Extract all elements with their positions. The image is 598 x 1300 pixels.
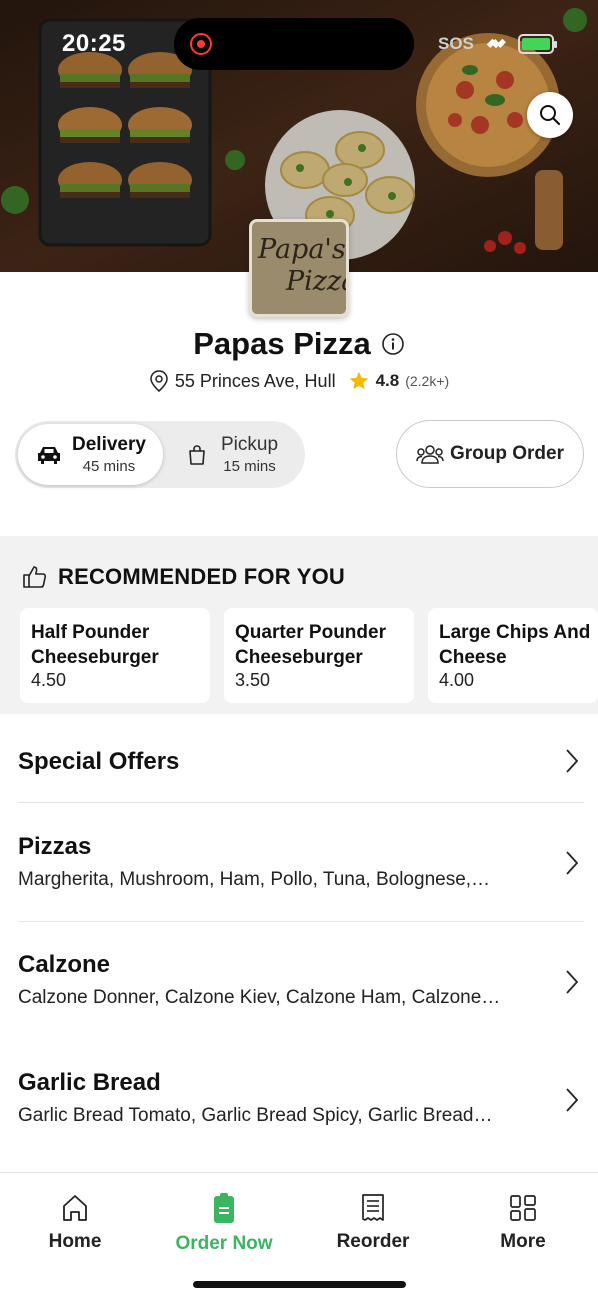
group-order-button[interactable]: Group Order (396, 420, 584, 488)
item-name-line2: Cheeseburger (31, 647, 159, 668)
recommended-section: RECOMMENDED FOR YOU Half Pounder Cheeseb… (0, 536, 598, 714)
group-order-label: Group Order (449, 443, 564, 464)
recommended-header: RECOMMENDED FOR YOU (22, 564, 345, 590)
thumbs-up-icon (23, 566, 47, 588)
nav-order-now[interactable]: Order Now (149, 1193, 299, 1255)
nav-order-now-label: Order Now (175, 1233, 273, 1254)
divider (18, 921, 584, 922)
nav-more-label: More (500, 1231, 546, 1252)
pickup-option[interactable]: Pickup 15 mins (175, 424, 303, 485)
status-indicators: SOS (438, 32, 557, 56)
pickup-label: Pickup (221, 434, 279, 455)
satellite-icon (486, 38, 506, 49)
item-name-line1: Large Chips And (439, 622, 591, 643)
group-icon (416, 445, 444, 464)
nav-reorder[interactable]: Reorder (298, 1193, 448, 1253)
rating-count: (2.2k+) (405, 373, 450, 389)
nav-home[interactable]: Home (0, 1193, 150, 1253)
info-icon[interactable] (381, 332, 405, 356)
search-icon (540, 105, 561, 126)
chevron-right-icon (566, 970, 579, 994)
item-price: 3.50 (235, 670, 271, 690)
nav-home-label: Home (48, 1231, 102, 1252)
item-name-line1: Quarter Pounder (235, 622, 386, 643)
store-name: Papas Pizza (193, 326, 371, 361)
store-rating: 4.8 (375, 371, 400, 390)
nav-more[interactable]: More (448, 1193, 598, 1253)
store-logo: Papa's Pizza (249, 219, 349, 317)
store-address: 55 Princes Ave, Hull (174, 370, 336, 391)
logo-line2: Pizza (286, 266, 346, 297)
category-description: Margherita, Mushroom, Ham, Pollo, Tuna, … (18, 869, 491, 890)
status-time: 20:25 (62, 30, 126, 57)
screen-recording-icon (190, 33, 212, 55)
pickup-time: 15 mins (223, 458, 276, 475)
chevron-right-icon (566, 851, 579, 875)
store-title-row: Papas Pizza (0, 326, 598, 362)
item-name-line2: Cheeseburger (235, 647, 363, 668)
delivery-option[interactable]: Delivery 45 mins (18, 424, 163, 485)
item-price: 4.50 (31, 670, 67, 690)
nav-reorder-label: Reorder (336, 1231, 410, 1252)
delivery-label: Delivery (72, 434, 146, 455)
battery-icon (517, 34, 557, 54)
receipt-icon (362, 1194, 384, 1221)
shopping-bag-icon (189, 444, 205, 465)
chevron-right-icon (566, 749, 579, 773)
menu-category-special-offers[interactable]: Special Offers (18, 748, 584, 776)
menu-category-calzone[interactable]: Calzone Calzone Donner, Calzone Kiev, Ca… (18, 951, 584, 1009)
star-icon (349, 371, 368, 390)
logo-line1: Papa's (258, 234, 346, 265)
recommended-card[interactable]: Large Chips And Cheese 4.00 (428, 608, 598, 703)
search-button[interactable] (527, 92, 573, 138)
recommended-title: RECOMMENDED FOR YOU (58, 564, 345, 589)
grid-icon (510, 1195, 536, 1221)
category-title: Garlic Bread (18, 1069, 161, 1096)
order-mode-toggle: Delivery 45 mins Pickup 15 mins (15, 421, 305, 488)
category-title: Special Offers (18, 748, 180, 775)
divider (18, 802, 584, 803)
carrier-label: SOS (438, 34, 474, 53)
address-row: 55 Princes Ave, Hull 4.8 (2.2k+) (0, 370, 598, 392)
recommended-card[interactable]: Half Pounder Cheeseburger 4.50 (20, 608, 210, 703)
category-title: Pizzas (18, 833, 92, 860)
location-pin-icon (150, 370, 168, 392)
chevron-right-icon (566, 1088, 579, 1112)
category-description: Calzone Donner, Calzone Kiev, Calzone Ha… (18, 987, 501, 1008)
item-price: 4.00 (439, 670, 475, 690)
menu-category-pizzas[interactable]: Pizzas Margherita, Mushroom, Ham, Pollo,… (18, 833, 584, 891)
home-indicator (193, 1281, 406, 1288)
category-title: Calzone (18, 951, 111, 978)
order-icon (214, 1193, 234, 1223)
home-icon (63, 1195, 87, 1221)
recommended-carousel[interactable]: Half Pounder Cheeseburger 4.50 Quarter P… (20, 608, 598, 703)
item-name-line2: Cheese (439, 647, 507, 668)
dynamic-island (174, 18, 414, 70)
car-icon (38, 446, 60, 464)
item-name-line1: Half Pounder (31, 622, 150, 643)
delivery-time: 45 mins (82, 458, 136, 475)
category-description: Garlic Bread Tomato, Garlic Bread Spicy,… (18, 1105, 493, 1126)
menu-category-garlic-bread[interactable]: Garlic Bread Garlic Bread Tomato, Garlic… (18, 1069, 584, 1127)
recommended-card[interactable]: Quarter Pounder Cheeseburger 3.50 (224, 608, 414, 703)
